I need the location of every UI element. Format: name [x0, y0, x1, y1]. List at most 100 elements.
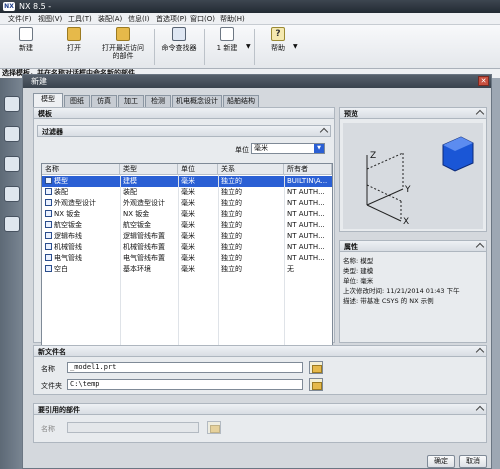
roles-icon[interactable]: [4, 216, 20, 232]
close-icon[interactable]: ✕: [478, 76, 489, 86]
cell-unit: 毫米: [181, 210, 195, 218]
assembly-navigator-icon[interactable]: [4, 96, 20, 112]
tab-drawing[interactable]: 图纸: [64, 95, 90, 107]
dialog-title: 新建: [23, 75, 491, 88]
collapse-chevron-icon[interactable]: [475, 109, 485, 119]
menu-window[interactable]: 窗口(O): [190, 14, 215, 24]
chevron-down-icon[interactable]: ▼: [314, 144, 324, 153]
reference-part-section-title: 要引用的部件: [38, 406, 80, 414]
cell-owner: NT AUTH...: [287, 232, 325, 240]
history-icon[interactable]: [4, 186, 20, 202]
menu-help[interactable]: 帮助(H): [220, 14, 245, 24]
cell-type: 航空钣金: [123, 221, 151, 229]
new-dialog: 新建 ✕ 模型 图纸 仿真 加工 检测 机电概念设计 船舶结构 模板 过滤器 单…: [22, 74, 492, 469]
table-row[interactable]: 装配 装配 毫米 独立的 NT AUTH...: [42, 187, 332, 198]
preview-image: Z Y X: [343, 123, 483, 229]
new-file-icon: [19, 27, 33, 41]
open-button[interactable]: 打开: [60, 27, 88, 67]
column-divider: [120, 175, 121, 362]
preview-section-header[interactable]: 预览: [339, 107, 487, 119]
nx-logo-icon: NX: [3, 2, 15, 11]
cell-type: 电气管线布置: [123, 254, 165, 262]
filter-section-header[interactable]: 过滤器: [37, 125, 331, 137]
templates-section-header[interactable]: 模板: [33, 107, 335, 119]
cell-owner: 无: [287, 265, 294, 273]
tab-model[interactable]: 模型: [33, 93, 63, 107]
table-row[interactable]: 机械管线 机械管线布置 毫米 独立的 NT AUTH...: [42, 242, 332, 253]
browse-folder-icon[interactable]: [309, 378, 323, 391]
cell-owner: NT AUTH...: [287, 188, 325, 196]
table-row[interactable]: 航空钣金 航空钣金 毫米 独立的 NT AUTH...: [42, 220, 332, 231]
table-row[interactable]: 空白 基本环境 毫米 独立的 无: [42, 264, 332, 275]
tab-simulation[interactable]: 仿真: [91, 95, 117, 107]
folder-input[interactable]: C:\temp: [67, 379, 303, 390]
template-icon: [45, 232, 52, 239]
new-button[interactable]: 新建: [12, 27, 40, 67]
open-recent-button[interactable]: 打开最近访问 的部件: [98, 27, 148, 67]
templates-section-title: 模板: [38, 110, 52, 118]
browse-folder-icon: [207, 421, 221, 434]
cell-name: 外观造型设计: [42, 198, 120, 209]
unit-select[interactable]: 毫米 ▼: [251, 143, 325, 154]
cell-unit: 毫米: [181, 177, 195, 185]
collapse-chevron-icon[interactable]: [319, 127, 329, 137]
open-recent-label-line2: 的部件: [112, 52, 134, 60]
browse-folder-icon[interactable]: [309, 361, 323, 374]
table-row[interactable]: 模型 建模 毫米 独立的 BUILTIN\A...: [42, 176, 332, 187]
toolbar-divider: [204, 29, 205, 65]
col-header-relation[interactable]: 关系: [218, 164, 284, 175]
col-header-unit[interactable]: 单位: [178, 164, 218, 175]
tab-mechatronics[interactable]: 机电概念设计: [172, 95, 222, 107]
properties-section-header[interactable]: 属性: [339, 240, 487, 252]
window-dropdown-icon[interactable]: ▼: [246, 43, 251, 50]
tab-ship-structure[interactable]: 船舶结构: [223, 95, 259, 107]
collapse-chevron-icon[interactable]: [475, 347, 485, 357]
menu-info[interactable]: 信息(I): [128, 14, 150, 24]
filename-label: 名称: [41, 365, 55, 373]
menu-file[interactable]: 文件(F): [8, 14, 32, 24]
command-finder-button[interactable]: 命令查找器: [158, 27, 200, 67]
menu-tools[interactable]: 工具(T): [68, 14, 92, 24]
column-divider: [218, 175, 219, 362]
template-icon: [45, 188, 52, 195]
cancel-button[interactable]: 取消: [459, 455, 487, 468]
filename-input[interactable]: _model1.prt: [67, 362, 303, 373]
col-header-name[interactable]: 名称: [42, 164, 120, 175]
z-axis-label: Z: [370, 151, 377, 161]
new-button-label: 新建: [19, 44, 33, 52]
constraint-navigator-icon[interactable]: [4, 126, 20, 142]
tab-inspection[interactable]: 检测: [145, 95, 171, 107]
collapse-chevron-icon[interactable]: [475, 242, 485, 252]
part-navigator-icon[interactable]: [4, 156, 20, 172]
unit-select-value: 毫米: [254, 144, 268, 152]
help-button-label: 帮助: [271, 44, 285, 52]
collapse-chevron-icon[interactable]: [475, 405, 485, 415]
menu-view[interactable]: 视图(V): [38, 14, 62, 24]
new-filename-section-header[interactable]: 新文件名: [33, 345, 487, 357]
table-row[interactable]: 电气管线 电气管线布置 毫米 独立的 NT AUTH...: [42, 253, 332, 264]
table-row[interactable]: 外观造型设计 外观造型设计 毫米 独立的 NT AUTH...: [42, 198, 332, 209]
menu-preferences[interactable]: 首选项(P): [156, 14, 187, 24]
table-row[interactable]: 逻辑布线 逻辑管线布置 毫米 独立的 NT AUTH...: [42, 231, 332, 242]
cell-type: 外观造型设计: [123, 199, 165, 207]
help-dropdown-icon[interactable]: ▼: [293, 43, 298, 50]
menu-assembly[interactable]: 装配(A): [98, 14, 122, 24]
col-header-owner[interactable]: 所有者: [284, 164, 332, 175]
cell-relation: 独立的: [221, 254, 242, 262]
filter-section-title: 过滤器: [42, 128, 63, 136]
window-icon: [220, 27, 234, 41]
command-finder-label: 命令查找器: [161, 44, 197, 52]
reference-part-section-header[interactable]: 要引用的部件: [33, 403, 487, 415]
cell-relation: 独立的: [221, 210, 242, 218]
property-row: 名称: 模型: [343, 257, 374, 265]
cell-type: 基本环境: [123, 265, 151, 273]
col-header-type[interactable]: 类型: [120, 164, 178, 175]
table-row[interactable]: NX 钣金 NX 钣金 毫米 独立的 NT AUTH...: [42, 209, 332, 220]
window-button[interactable]: 1 新建: [210, 27, 244, 67]
cell-owner: NT AUTH...: [287, 254, 325, 262]
help-button[interactable]: ? 帮助: [266, 27, 290, 67]
cell-owner: NT AUTH...: [287, 199, 325, 207]
cell-name: 装配: [42, 187, 120, 198]
tab-manufacturing[interactable]: 加工: [118, 95, 144, 107]
ok-button[interactable]: 确定: [427, 455, 455, 468]
